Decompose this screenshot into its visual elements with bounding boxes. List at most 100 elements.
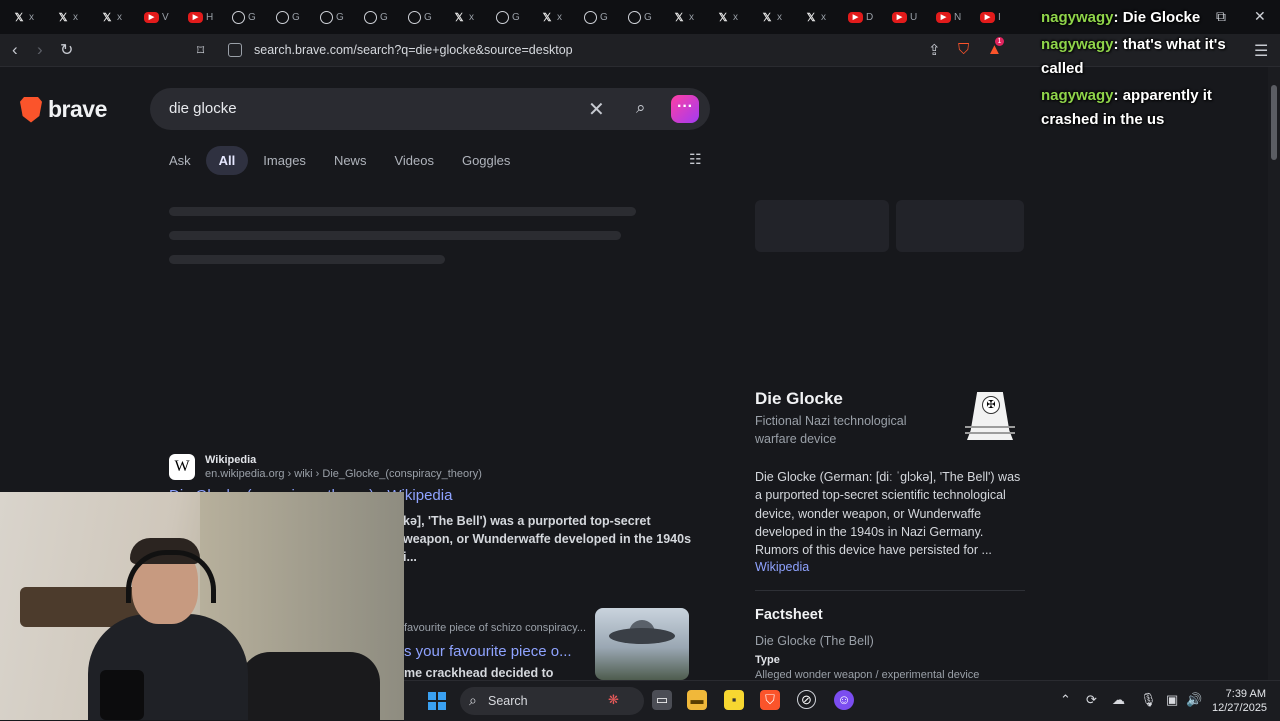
kp-factsheet-title: Factsheet [755,607,823,623]
browser-tab[interactable]: G [488,4,532,30]
browser-tab[interactable]: ▶ D [840,4,884,30]
youtube-icon: ▶ [188,11,203,23]
browser-tab[interactable]: G [620,4,664,30]
browser-tab[interactable]: ▶ I [972,4,1016,30]
tab-goggles[interactable]: Goggles [462,147,510,174]
brave-lion-icon [20,96,42,123]
browser-tab[interactable]: 𝕏x [664,4,708,30]
browser-tab[interactable]: 𝕏x [532,4,576,30]
webcam-chair [240,652,380,720]
tab-all[interactable]: All [205,146,249,175]
kp-bell-image[interactable]: ✠ [961,386,1019,446]
browser-tab[interactable]: ▶ N [928,4,972,30]
grok-icon [408,10,421,24]
bell-emblem-icon: ✠ [982,396,1000,414]
kp-type-label: Type [755,654,780,666]
browser-tab-title: D [866,11,874,23]
browser-tab[interactable]: 𝕏x [92,4,136,30]
cloud-icon[interactable]: ☁ [1112,692,1125,708]
leo-ai-icon[interactable]: ··· [671,95,699,123]
x-icon: 𝕏 [58,11,68,24]
brave-taskbar-icon[interactable]: ⛉ [760,690,780,710]
browser-tab-title: G [424,11,432,23]
site-settings-icon[interactable] [228,43,242,57]
reload-icon[interactable]: ↻ [60,40,73,60]
browser-tab-title: x [73,11,78,23]
brave-shields-icon[interactable]: ⛉ [958,41,969,58]
wikipedia-icon: W [169,454,195,480]
browser-tab[interactable]: G [356,4,400,30]
grok-icon [496,10,509,24]
brave-rewards-icon[interactable]: ▲ 1 [987,37,1004,58]
result-thumbnail[interactable] [595,608,689,680]
brave-logo[interactable]: brave [20,96,107,123]
tab-ask[interactable]: Ask [169,147,191,174]
kp-description: Die Glocke (German: [diː ˈɡlɔkə], 'The B… [755,470,1021,558]
file-explorer-icon[interactable]: ▬ [687,690,707,710]
page-scrollbar[interactable] [1268,67,1280,680]
grok-icon [276,10,289,24]
sticky-notes-icon[interactable]: ▪ [724,690,744,710]
browser-tab[interactable]: G [400,4,444,30]
search-icon[interactable]: ⌕ [636,98,646,118]
tray-overflow-icon[interactable]: ⌃ [1060,692,1071,708]
loading-skeleton [169,231,621,240]
youtube-icon: ▶ [892,11,907,23]
browser-tab[interactable]: 𝕏x [444,4,488,30]
browser-tab[interactable]: G [312,4,356,30]
volume-icon[interactable]: 🔊 [1186,692,1202,708]
sync-icon[interactable]: ⟳ [1086,692,1097,708]
grok-icon [232,10,245,24]
task-view-icon[interactable]: ▭ [652,690,672,710]
taskbar-clock[interactable]: 7:39 AM 12/27/2025 [1212,687,1268,715]
browser-tab-title: x [689,11,694,23]
browser-tab[interactable]: 𝕏x [708,4,752,30]
grok-taskbar-icon[interactable]: ⊘ [797,690,816,709]
x-icon: 𝕏 [718,11,728,24]
messenger-taskbar-icon[interactable]: ☺ [834,690,854,710]
bookmark-icon[interactable]: ⌑ [197,42,204,59]
youtube-icon: ▶ [144,11,159,23]
share-icon[interactable]: ⇪ [928,41,941,59]
browser-tab[interactable]: G [224,4,268,30]
loading-card [755,200,889,252]
browser-tab[interactable]: 𝕏x [4,4,48,30]
filter-settings-icon[interactable]: ☷ [689,151,702,168]
microphone-icon[interactable]: 🎙 [1140,692,1157,708]
search-type-tabs: Ask All Images News Videos Goggles [169,146,538,175]
tab-videos[interactable]: Videos [394,147,434,174]
back-icon[interactable]: ‹ [12,40,18,60]
windows-start-icon[interactable] [428,692,446,710]
browser-tab[interactable]: 𝕏x [796,4,840,30]
browser-tab[interactable]: 𝕏x [48,4,92,30]
search-box[interactable]: die glocke ✕ ⌕ ··· [150,88,710,130]
clock-date: 12/27/2025 [1212,702,1268,714]
search-input[interactable]: die glocke [169,100,237,117]
scrollbar-thumb[interactable] [1271,85,1277,160]
tab-images[interactable]: Images [263,147,306,174]
tab-news[interactable]: News [334,147,367,174]
grok-icon [364,10,377,24]
browser-tab[interactable]: 𝕏x [752,4,796,30]
x-icon: 𝕏 [14,11,24,24]
x-icon: 𝕏 [102,11,112,24]
browser-tab[interactable]: G [268,4,312,30]
kp-source-link[interactable]: Wikipedia [755,560,809,574]
browser-tab[interactable]: ▶ H [180,4,224,30]
chat-message: nagywagy: that's what it's called [1041,33,1271,81]
browser-tab[interactable]: ▶ U [884,4,928,30]
browser-tab[interactable]: ▶ V [136,4,180,30]
browser-tab-title: x [821,11,826,23]
address-bar[interactable]: search.brave.com/search?q=die+glocke&sou… [228,38,1018,62]
x-icon: 𝕏 [674,11,684,24]
chat-message: nagywagy: apparently it crashed in the u… [1041,84,1271,132]
result-title-link[interactable]: s your favourite piece o... [404,643,572,660]
network-icon[interactable]: ▣ [1166,692,1178,708]
taskbar-search[interactable]: ⌕ Search ❋ [460,687,644,715]
clear-search-icon[interactable]: ✕ [588,97,605,122]
browser-tab[interactable]: G [576,4,620,30]
clock-time: 7:39 AM [1225,688,1266,700]
forward-icon[interactable]: › [37,40,43,60]
bell-stripe [965,426,1015,428]
chat-text: Die Glocke [1122,9,1201,26]
